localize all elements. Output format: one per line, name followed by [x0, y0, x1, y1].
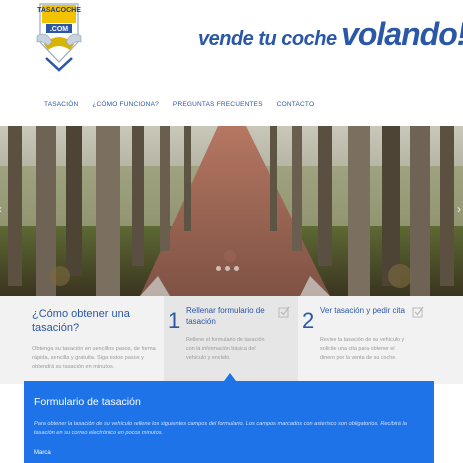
step-text: Revise la tasación de su vehículo y soli… — [320, 337, 405, 361]
carousel-dot[interactable] — [216, 266, 221, 271]
main-nav: Tasación ¿Cómo funciona? Preguntas frecu… — [44, 99, 314, 113]
slogan: vende tu coche volando!!! — [198, 16, 463, 60]
nav-item-como-funciona[interactable]: ¿Cómo funciona? — [92, 99, 159, 113]
carousel-next-button[interactable]: › — [457, 202, 461, 216]
nav-item-preguntas-frecuentes[interactable]: Preguntas frecuentes — [173, 99, 263, 113]
svg-text:.COM: .COM — [50, 26, 68, 33]
car-shield-logo[interactable]: TASACOCHE .COM — [34, 2, 84, 76]
nav-item-tasacion[interactable]: Tasación — [44, 99, 78, 113]
chevron-left-icon: ‹ — [0, 202, 2, 216]
carousel-indicators — [216, 266, 239, 271]
site-header: TASACOCHE .COM vende tu coche volando!!! — [0, 0, 463, 88]
chevron-right-icon: › — [457, 202, 461, 216]
carousel-dot[interactable] — [225, 266, 230, 271]
slogan-part1: vende tu coche — [198, 28, 337, 50]
step-number: 1 — [168, 308, 181, 333]
carousel-dot[interactable] — [234, 266, 239, 271]
how-it-works: ¿Cómo obtener una tasación? Obtenga su t… — [32, 307, 158, 372]
how-title: ¿Cómo obtener una tasación? — [32, 308, 130, 334]
checkbox-icon — [278, 306, 290, 318]
brand-field-label: Marca — [34, 450, 51, 456]
form-title: Formulario de tasación — [34, 396, 141, 408]
step-title: Rellenar formulario de tasación — [186, 306, 265, 326]
active-step-pointer — [224, 373, 236, 381]
step-title: Ver tasación y pedir cita — [320, 306, 405, 315]
step-text: Rellene el formulario de tasación con la… — [186, 337, 265, 361]
form-intro: Para obtener la tasación de su vehículo … — [34, 421, 407, 436]
step-1[interactable]: 1 Rellenar formulario de tasación Rellen… — [164, 296, 298, 384]
valuation-form: Formulario de tasación Para obtener la t… — [24, 381, 434, 463]
checkbox-icon — [412, 306, 424, 318]
step-number: 2 — [302, 308, 315, 333]
carousel-prev-button[interactable]: ‹ — [0, 202, 2, 216]
step-2[interactable]: 2 Ver tasación y pedir cita Revise la ta… — [298, 296, 432, 384]
how-text: Obtenga su tasación en sencillos pasos, … — [32, 346, 156, 370]
slogan-part2: volando!!! — [341, 16, 463, 52]
nav-item-contacto[interactable]: Contacto — [277, 99, 314, 113]
svg-text:TASACOCHE: TASACOCHE — [37, 7, 81, 14]
